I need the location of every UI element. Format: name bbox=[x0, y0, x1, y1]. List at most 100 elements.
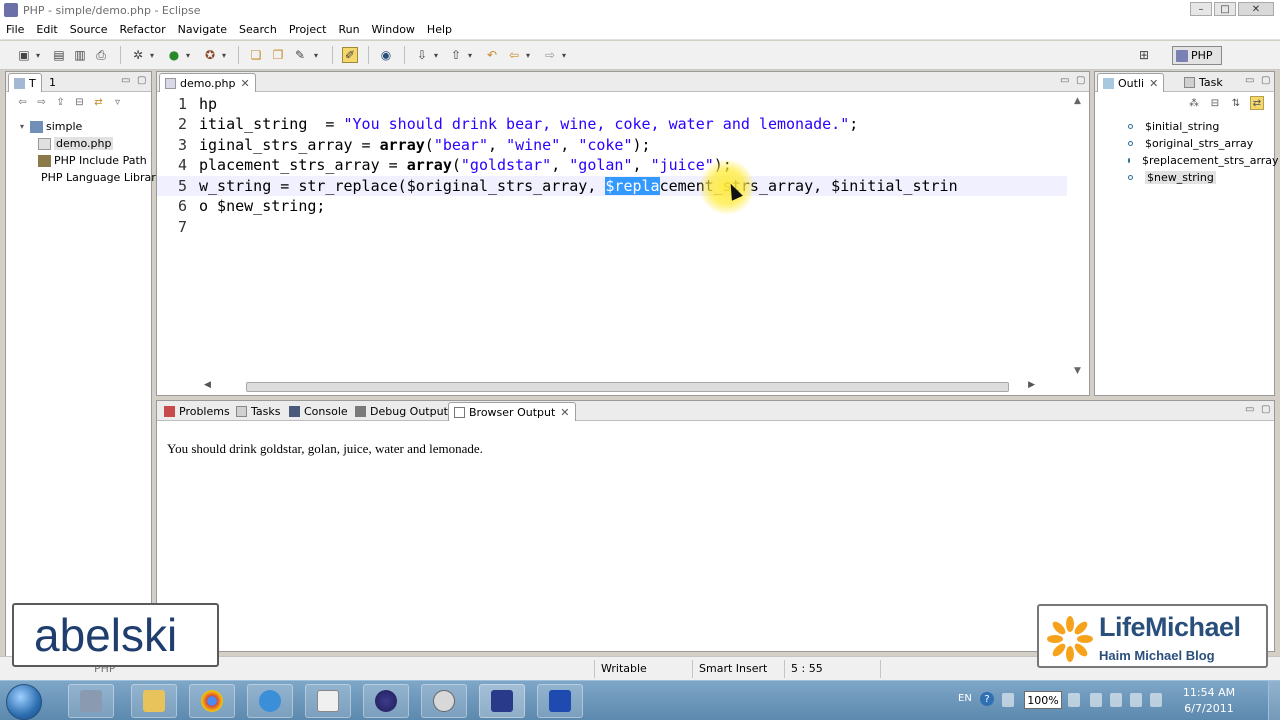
scroll-down-icon[interactable]: ▼ bbox=[1074, 366, 1081, 376]
scroll-left-icon[interactable]: ◀ bbox=[204, 380, 211, 390]
code-area[interactable]: 1 hp 2 itial_string = "You should drink … bbox=[157, 94, 1067, 378]
start-button[interactable] bbox=[6, 684, 42, 720]
debug-icon[interactable]: ✲ bbox=[130, 47, 146, 63]
external-tools-icon[interactable]: ✪ bbox=[202, 47, 218, 63]
outline-item[interactable]: $initial_string bbox=[1095, 118, 1274, 135]
tab-debug-output[interactable]: Debug Output bbox=[350, 402, 453, 421]
network-icon[interactable] bbox=[1130, 693, 1142, 707]
next-annotation-icon[interactable]: ⇩ bbox=[414, 47, 430, 63]
menu-refactor[interactable]: Refactor bbox=[120, 23, 166, 36]
open-task-dropdown-icon[interactable]: ▾ bbox=[312, 47, 320, 63]
taskbar-app-chrome[interactable] bbox=[189, 684, 235, 718]
open-folder-icon[interactable]: ❏ bbox=[248, 47, 264, 63]
forward-icon[interactable]: ⇨ bbox=[35, 96, 48, 109]
tab-outline[interactable]: Outli ✕ bbox=[1097, 73, 1165, 92]
show-desktop-button[interactable] bbox=[1268, 681, 1280, 720]
power-icon[interactable] bbox=[1068, 693, 1080, 707]
scroll-up-icon[interactable]: ▲ bbox=[1074, 96, 1081, 106]
taskbar-app-ie[interactable] bbox=[247, 684, 293, 718]
group-icon[interactable]: ⁂ bbox=[1187, 96, 1201, 110]
run-icon[interactable]: ● bbox=[166, 47, 182, 63]
tab-problems[interactable]: Problems bbox=[159, 402, 235, 421]
run-dropdown-icon[interactable]: ▾ bbox=[184, 47, 192, 63]
debug-dropdown-icon[interactable]: ▾ bbox=[148, 47, 156, 63]
taskbar-app-clock[interactable] bbox=[421, 684, 467, 718]
minimize-view-icon[interactable]: ▭ bbox=[1245, 75, 1254, 86]
back-icon[interactable]: ⇦ bbox=[16, 96, 29, 109]
clock-date[interactable]: 6/7/2011 bbox=[1178, 702, 1240, 715]
menu-navigate[interactable]: Navigate bbox=[178, 23, 227, 36]
up-icon[interactable]: ⇪ bbox=[54, 96, 67, 109]
next-annotation-dropdown-icon[interactable]: ▾ bbox=[432, 47, 440, 63]
collapse-all-icon[interactable]: ⊟ bbox=[1208, 96, 1222, 110]
keyboard-icon[interactable] bbox=[1002, 693, 1014, 707]
save-icon[interactable]: ▤ bbox=[51, 47, 67, 63]
previous-annotation-icon[interactable]: ⇧ bbox=[448, 47, 464, 63]
maximize-view-icon[interactable]: ▢ bbox=[1261, 75, 1270, 86]
menu-help[interactable]: Help bbox=[427, 23, 452, 36]
close-tab-icon[interactable]: ✕ bbox=[1149, 77, 1158, 90]
close-tab-icon[interactable]: ✕ bbox=[240, 77, 249, 90]
maximize-icon[interactable]: □ bbox=[1214, 2, 1236, 16]
external-tools-dropdown-icon[interactable]: ▾ bbox=[220, 47, 228, 63]
editor-vertical-scrollbar[interactable]: ▲ ▼ bbox=[1071, 94, 1087, 378]
menu-source[interactable]: Source bbox=[70, 23, 108, 36]
outline-item[interactable]: $replacement_strs_array bbox=[1095, 152, 1279, 169]
outline-item-selected[interactable]: $new_string bbox=[1095, 169, 1274, 186]
tab-explorer[interactable]: 1 bbox=[44, 73, 61, 92]
open-task-icon[interactable]: ✎ bbox=[292, 47, 308, 63]
open-type-icon[interactable]: ❐ bbox=[270, 47, 286, 63]
battery-indicator[interactable]: 100% bbox=[1024, 691, 1062, 709]
menu-file[interactable]: File bbox=[6, 23, 24, 36]
forward-dropdown-icon[interactable]: ▾ bbox=[560, 47, 568, 63]
tree-item-project[interactable]: ▾ simple bbox=[6, 118, 151, 135]
minimize-view-icon[interactable]: ▭ bbox=[1245, 404, 1254, 415]
volume-icon[interactable] bbox=[1150, 693, 1162, 707]
minimize-view-icon[interactable]: ▭ bbox=[121, 75, 130, 86]
language-indicator[interactable]: EN bbox=[958, 693, 972, 704]
back-icon[interactable]: ⇦ bbox=[506, 47, 522, 63]
scroll-right-icon[interactable]: ▶ bbox=[1028, 380, 1035, 390]
help-icon[interactable]: ? bbox=[980, 692, 994, 706]
forward-icon[interactable]: ⇨ bbox=[542, 47, 558, 63]
maximize-view-icon[interactable]: ▢ bbox=[1076, 75, 1085, 86]
tab-browser-output[interactable]: Browser Output ✕ bbox=[448, 402, 576, 421]
clock-time[interactable]: 11:54 AM bbox=[1178, 686, 1240, 699]
menu-run[interactable]: Run bbox=[338, 23, 359, 36]
taskbar-app-eclipse[interactable] bbox=[363, 684, 409, 718]
tab-tasks[interactable]: Tasks bbox=[231, 402, 285, 421]
close-tab-icon[interactable]: ✕ bbox=[560, 406, 569, 419]
new-dropdown-icon[interactable]: ▾ bbox=[34, 47, 42, 63]
sort-icon[interactable]: ⇅ bbox=[1229, 96, 1243, 110]
tree-item-library[interactable]: PHP Include Path bbox=[6, 152, 151, 169]
collapse-icon[interactable]: ▾ bbox=[20, 122, 30, 131]
tab-tasks[interactable]: Task bbox=[1179, 73, 1228, 92]
menu-window[interactable]: Window bbox=[372, 23, 415, 36]
scrollbar-thumb[interactable] bbox=[246, 382, 1009, 392]
flag-icon[interactable] bbox=[1110, 693, 1122, 707]
menu-edit[interactable]: Edit bbox=[36, 23, 57, 36]
taskbar-app-capture[interactable] bbox=[537, 684, 583, 718]
globe-icon[interactable]: ◉ bbox=[378, 47, 394, 63]
new-icon[interactable]: ▣ bbox=[16, 47, 32, 63]
outline-item[interactable]: $original_strs_array bbox=[1095, 135, 1274, 152]
link-with-editor-icon[interactable]: ⇄ bbox=[1250, 96, 1264, 110]
taskbar-app-explorer[interactable] bbox=[68, 684, 114, 718]
editor-horizontal-scrollbar[interactable]: ◀ ▶ bbox=[195, 379, 1065, 395]
taskbar-app-recorder[interactable] bbox=[479, 684, 525, 718]
maximize-view-icon[interactable]: ▢ bbox=[1261, 404, 1270, 415]
tab-type-hierarchy[interactable]: T bbox=[8, 73, 42, 92]
maximize-view-icon[interactable]: ▢ bbox=[137, 75, 146, 86]
back-dropdown-icon[interactable]: ▾ bbox=[524, 47, 532, 63]
save-all-icon[interactable]: ▥ bbox=[72, 47, 88, 63]
menu-search[interactable]: Search bbox=[239, 23, 277, 36]
link-editor-icon[interactable]: ⇄ bbox=[92, 96, 105, 109]
tree-item-library[interactable]: PHP Language Library bbox=[6, 169, 162, 186]
php-perspective-button[interactable]: PHP bbox=[1172, 46, 1222, 65]
toggle-mark-occurrences-icon[interactable]: ✐ bbox=[342, 47, 358, 63]
tab-demo-php[interactable]: demo.php ✕ bbox=[159, 73, 256, 92]
menu-project[interactable]: Project bbox=[289, 23, 327, 36]
minimize-view-icon[interactable]: ▭ bbox=[1060, 75, 1069, 86]
open-perspective-icon[interactable]: ⊞ bbox=[1136, 47, 1152, 63]
collapse-all-icon[interactable]: ⊟ bbox=[73, 96, 86, 109]
